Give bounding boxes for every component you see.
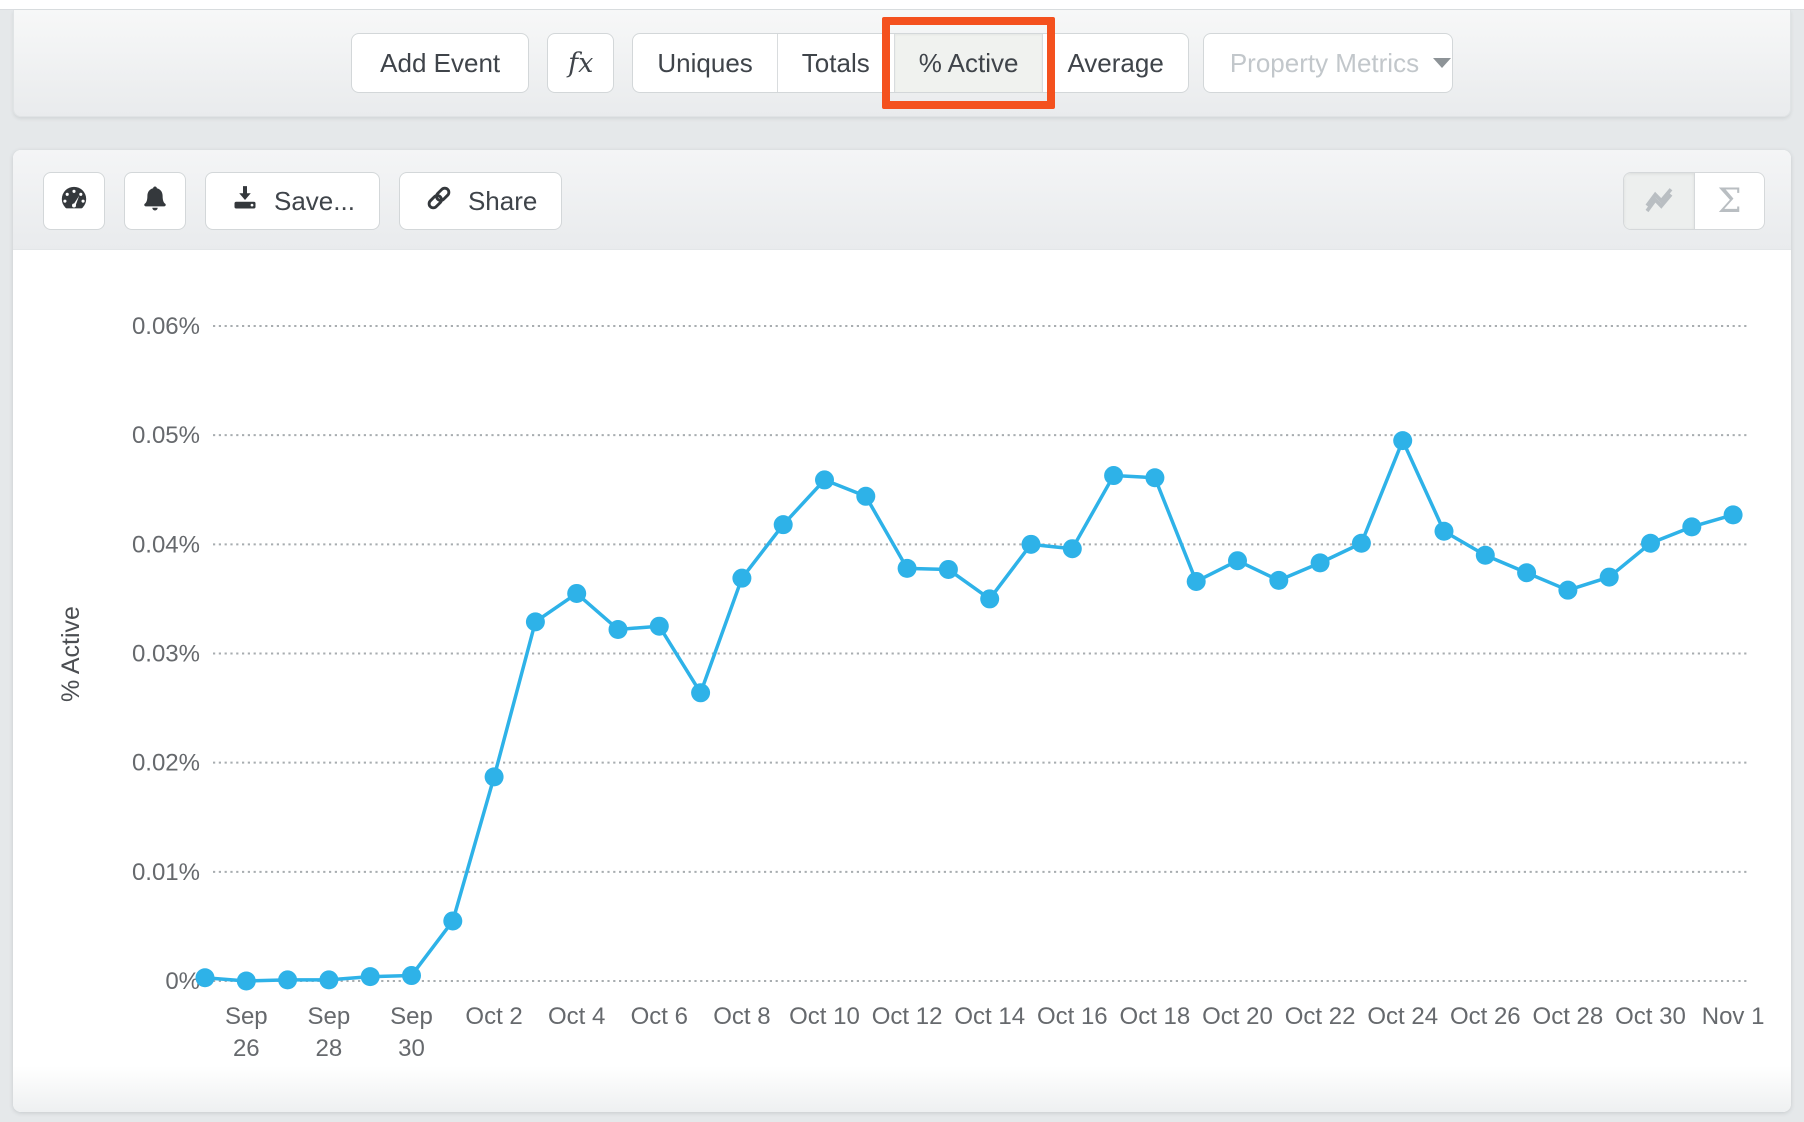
svg-text:Oct 8: Oct 8 bbox=[713, 1003, 770, 1030]
line-chart-icon bbox=[1641, 181, 1677, 222]
svg-text:% Active: % Active bbox=[57, 606, 85, 702]
svg-text:0.03%: 0.03% bbox=[132, 641, 200, 668]
chart-header-left-buttons: Save... Share bbox=[43, 172, 581, 230]
alerts-button[interactable] bbox=[124, 172, 186, 230]
query-toolbar: Add Event fx Uniques Totals % Active Ave… bbox=[351, 33, 1453, 93]
tab-uniques[interactable]: Uniques bbox=[633, 34, 776, 92]
line-chart-toggle[interactable] bbox=[1624, 173, 1694, 229]
sigma-icon: Σ bbox=[1717, 181, 1741, 221]
top-window-strip bbox=[0, 0, 1804, 10]
tab-totals[interactable]: Totals bbox=[777, 34, 894, 92]
query-toolbar-panel: Add Event fx Uniques Totals % Active Ave… bbox=[13, 10, 1791, 117]
svg-text:0%: 0% bbox=[165, 968, 200, 995]
svg-text:Oct 22: Oct 22 bbox=[1285, 1003, 1356, 1030]
property-metrics-label: Property Metrics bbox=[1230, 48, 1419, 79]
svg-text:Oct 24: Oct 24 bbox=[1367, 1003, 1438, 1030]
chevron-down-icon bbox=[1433, 58, 1451, 68]
svg-text:Oct 16: Oct 16 bbox=[1037, 1003, 1108, 1030]
svg-text:Oct 26: Oct 26 bbox=[1450, 1003, 1521, 1030]
activity-line-chart[interactable]: 0% 0.01% 0.02% 0.03% 0.04% 0.05% 0.06% % Active… bbox=[13, 250, 1791, 1112]
svg-text:0.05%: 0.05% bbox=[132, 422, 200, 449]
formula-fx-button[interactable]: fx bbox=[547, 33, 614, 93]
save-button[interactable]: Save... bbox=[205, 172, 380, 230]
tab-percent-active[interactable]: % Active bbox=[894, 34, 1043, 92]
svg-text:Oct 18: Oct 18 bbox=[1120, 1003, 1191, 1030]
svg-text:0.02%: 0.02% bbox=[132, 750, 200, 777]
svg-text:Oct 20: Oct 20 bbox=[1202, 1003, 1273, 1030]
svg-text:Oct 28: Oct 28 bbox=[1533, 1003, 1604, 1030]
svg-text:Oct 30: Oct 30 bbox=[1615, 1003, 1686, 1030]
tab-average[interactable]: Average bbox=[1042, 34, 1187, 92]
property-metrics-dropdown[interactable]: Property Metrics bbox=[1203, 33, 1453, 93]
share-button-label: Share bbox=[468, 186, 537, 217]
sigma-totals-toggle[interactable]: Σ bbox=[1694, 173, 1764, 229]
speedometer-icon bbox=[57, 182, 91, 221]
svg-text:0.01%: 0.01% bbox=[132, 859, 200, 886]
tab-percent-active-label: % Active bbox=[919, 48, 1019, 79]
chart-header-toolbar: Save... Share bbox=[13, 150, 1791, 250]
svg-text:Sep26: Sep26 bbox=[225, 1003, 268, 1062]
svg-text:Oct 6: Oct 6 bbox=[631, 1003, 688, 1030]
svg-text:Sep28: Sep28 bbox=[308, 1003, 351, 1062]
svg-text:0.06%: 0.06% bbox=[132, 313, 200, 340]
add-event-button[interactable]: Add Event bbox=[351, 33, 529, 93]
dashboard-button[interactable] bbox=[43, 172, 105, 230]
mixpanel-segmentation-page: { "toolbar_top": { "add_event_label": "A… bbox=[0, 0, 1804, 1122]
download-icon bbox=[230, 183, 274, 220]
chart-type-toggle: Σ bbox=[1623, 172, 1765, 230]
save-button-label: Save... bbox=[274, 186, 355, 217]
bell-icon bbox=[139, 183, 171, 220]
svg-text:Oct 4: Oct 4 bbox=[548, 1003, 605, 1030]
share-button[interactable]: Share bbox=[399, 172, 562, 230]
svg-text:Oct 10: Oct 10 bbox=[789, 1003, 860, 1030]
metric-type-segmented-control: Uniques Totals % Active Average bbox=[632, 33, 1188, 93]
svg-text:Oct 12: Oct 12 bbox=[872, 1003, 943, 1030]
chart-area: 0% 0.01% 0.02% 0.03% 0.04% 0.05% 0.06% % Active… bbox=[13, 250, 1791, 1112]
svg-text:Oct 14: Oct 14 bbox=[954, 1003, 1025, 1030]
svg-text:Sep30: Sep30 bbox=[390, 1003, 433, 1062]
svg-text:Nov 1: Nov 1 bbox=[1702, 1003, 1765, 1030]
chart-panel: Save... Share bbox=[13, 150, 1791, 1112]
svg-text:Oct 2: Oct 2 bbox=[465, 1003, 522, 1030]
link-icon bbox=[424, 183, 468, 220]
svg-text:0.04%: 0.04% bbox=[132, 531, 200, 558]
